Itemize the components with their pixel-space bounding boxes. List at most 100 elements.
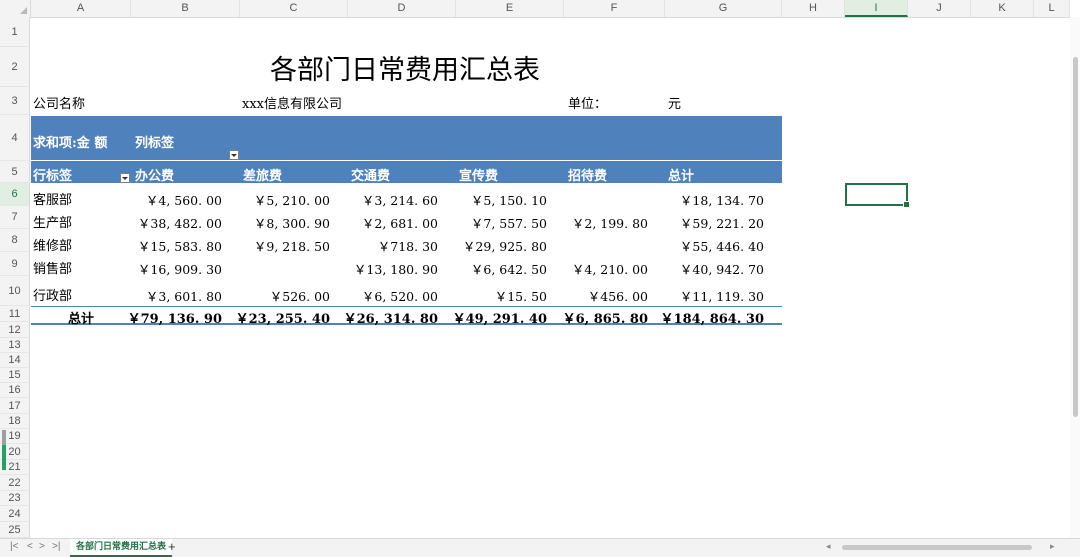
cell-total[interactable]: ￥18, 134. 70 <box>680 190 764 209</box>
total-grand[interactable]: ￥184, 864. 30 <box>661 308 764 327</box>
cell-travel[interactable]: ￥9, 218. 50 <box>254 236 330 255</box>
cell-travel[interactable]: ￥8, 300. 90 <box>254 213 330 232</box>
header-total[interactable]: 总计 <box>668 165 694 184</box>
row-label[interactable]: 行政部 <box>33 285 72 304</box>
column-filter-dropdown-icon[interactable] <box>229 150 239 160</box>
cell-promotion[interactable]: ￥29, 925. 80 <box>463 236 547 255</box>
cell-total[interactable]: ￥11, 119. 30 <box>680 286 764 305</box>
cell-total[interactable]: ￥59, 221. 20 <box>680 213 764 232</box>
next-sheet-button[interactable]: > <box>39 541 45 552</box>
cell-office[interactable]: ￥15, 583. 80 <box>138 236 222 255</box>
row-header-16[interactable]: 16 <box>0 383 30 398</box>
cell-transport[interactable]: ￥718. 30 <box>378 236 438 255</box>
pivot-column-label[interactable]: 列标签 <box>135 132 174 151</box>
header-office[interactable]: 办公费 <box>135 165 174 184</box>
cell-transport[interactable]: ￥2, 681. 00 <box>362 213 438 232</box>
row-header-18[interactable]: 18 <box>0 414 30 429</box>
row-header-23[interactable]: 23 <box>0 491 30 506</box>
cell-promotion[interactable]: ￥7, 557. 50 <box>471 213 547 232</box>
cell-office[interactable]: ￥16, 909. 30 <box>138 259 222 278</box>
header-promotion[interactable]: 宣传费 <box>459 165 498 184</box>
cell-office[interactable]: ￥38, 482. 00 <box>138 213 222 232</box>
row-header-2[interactable]: 2 <box>0 47 30 87</box>
cell-travel[interactable]: ￥526. 00 <box>270 286 330 305</box>
scroll-right-arrow-icon[interactable]: ▸ <box>1050 541 1055 552</box>
row-header-12[interactable]: 12 <box>0 322 30 338</box>
row-header-5[interactable]: 5 <box>0 161 30 183</box>
row-header-14[interactable]: 14 <box>0 353 30 368</box>
active-cell-i6[interactable] <box>845 183 910 208</box>
row-header-3[interactable]: 3 <box>0 87 30 115</box>
company-label[interactable]: 公司名称 <box>33 93 85 112</box>
row-header-9[interactable]: 9 <box>0 252 30 276</box>
column-header-i[interactable]: I <box>845 0 908 17</box>
cell-promotion[interactable]: ￥6, 642. 50 <box>471 259 547 278</box>
column-header-h[interactable]: H <box>782 0 845 17</box>
select-all-corner[interactable] <box>0 0 31 17</box>
unit-value[interactable]: 元 <box>668 93 681 112</box>
column-header-f[interactable]: F <box>564 0 665 17</box>
last-sheet-button[interactable]: >| <box>52 541 60 552</box>
sheet-tab-active[interactable]: 各部门日常费用汇总表 <box>70 539 173 557</box>
unit-label[interactable]: 单位： <box>568 93 607 112</box>
row-header-4[interactable]: 4 <box>0 115 30 161</box>
cell-promotion[interactable]: ￥5, 150. 10 <box>471 190 547 209</box>
row-header-10[interactable]: 10 <box>0 276 30 306</box>
column-header-a[interactable]: A <box>31 0 131 17</box>
cell-travel[interactable]: ￥5, 210. 00 <box>254 190 330 209</box>
header-entertainment[interactable]: 招待费 <box>568 165 607 184</box>
row-label[interactable]: 维修部 <box>33 235 72 254</box>
column-header-k[interactable]: K <box>971 0 1034 17</box>
column-header-g[interactable]: G <box>665 0 782 17</box>
cell-entertainment[interactable]: ￥456. 00 <box>588 286 648 305</box>
total-office[interactable]: ￥79, 136. 90 <box>128 308 222 327</box>
cell-transport[interactable]: ￥6, 520. 00 <box>362 286 438 305</box>
column-header-e[interactable]: E <box>456 0 564 17</box>
cell-transport[interactable]: ￥3, 214. 60 <box>362 190 438 209</box>
cell-entertainment[interactable]: ￥4, 210. 00 <box>572 259 648 278</box>
cell-office[interactable]: ￥3, 601. 80 <box>146 286 222 305</box>
prev-sheet-button[interactable]: < <box>27 541 33 552</box>
row-header-13[interactable]: 13 <box>0 338 30 353</box>
row-header-8[interactable]: 8 <box>0 229 30 252</box>
cell-office[interactable]: ￥4, 560. 00 <box>146 190 222 209</box>
total-promotion[interactable]: ￥49, 291. 40 <box>453 308 547 327</box>
cell-promotion[interactable]: ￥15. 50 <box>495 286 547 305</box>
row-label[interactable]: 生产部 <box>33 212 72 231</box>
cell-transport[interactable]: ￥13, 180. 90 <box>354 259 438 278</box>
column-header-b[interactable]: B <box>131 0 240 17</box>
vertical-scrollbar[interactable] <box>1070 17 1080 538</box>
pivot-row-label[interactable]: 行标签 <box>33 165 72 184</box>
row-header-1[interactable]: 1 <box>0 17 30 47</box>
total-entertainment[interactable]: ￥6, 865. 80 <box>563 308 648 327</box>
total-label[interactable]: 总计 <box>68 308 94 327</box>
first-sheet-button[interactable]: |< <box>10 541 18 552</box>
horizontal-scroll-thumb[interactable] <box>842 545 1032 550</box>
total-transport[interactable]: ￥26, 314. 80 <box>344 308 438 327</box>
row-header-17[interactable]: 17 <box>0 398 30 414</box>
column-header-c[interactable]: C <box>240 0 348 17</box>
vertical-scroll-thumb[interactable] <box>1073 57 1078 417</box>
header-travel[interactable]: 差旅费 <box>243 165 282 184</box>
row-header-25[interactable]: 25 <box>0 522 30 538</box>
add-sheet-button[interactable]: + <box>168 539 176 555</box>
header-transport[interactable]: 交通费 <box>351 165 390 184</box>
row-header-15[interactable]: 15 <box>0 368 30 383</box>
scroll-left-arrow-icon[interactable]: ◂ <box>826 541 831 552</box>
row-header-11[interactable]: 11 <box>0 306 30 322</box>
sheet-title[interactable]: 各部门日常费用汇总表 <box>240 48 570 87</box>
cell-total[interactable]: ￥55, 446. 40 <box>680 236 764 255</box>
row-header-7[interactable]: 7 <box>0 206 30 229</box>
cell-total[interactable]: ￥40, 942. 70 <box>680 259 764 278</box>
row-header-6[interactable]: 6 <box>0 183 30 206</box>
column-header-l[interactable]: L <box>1034 0 1070 17</box>
cell-entertainment[interactable]: ￥2, 199. 80 <box>572 213 648 232</box>
row-header-24[interactable]: 24 <box>0 506 30 522</box>
row-label[interactable]: 客服部 <box>33 189 72 208</box>
total-travel[interactable]: ￥23, 255. 40 <box>236 308 330 327</box>
row-header-22[interactable]: 22 <box>0 475 30 491</box>
spreadsheet[interactable]: A B C D E F G H I J K L 1 2 3 4 5 6 7 8 … <box>0 0 1080 557</box>
row-label[interactable]: 销售部 <box>33 258 72 277</box>
column-header-d[interactable]: D <box>348 0 456 17</box>
column-header-j[interactable]: J <box>908 0 971 17</box>
